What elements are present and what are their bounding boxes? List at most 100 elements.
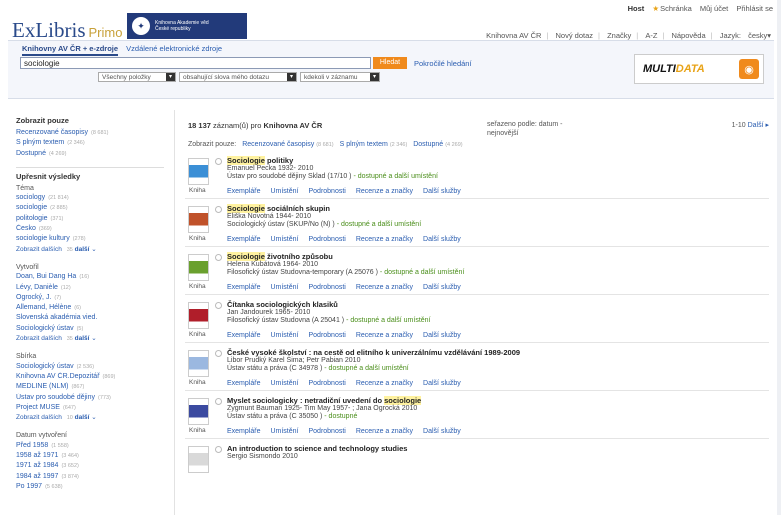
- nav-az[interactable]: A-Z: [645, 31, 657, 40]
- facet-item[interactable]: 1971 až 1984 (3 652): [16, 461, 164, 471]
- search-input[interactable]: sociologie: [20, 57, 371, 69]
- record-title[interactable]: Myslet sociologicky : netradiční uvedení…: [227, 396, 422, 405]
- record-action-0[interactable]: Exempláře: [227, 428, 260, 435]
- facet-item[interactable]: S plným textem (2 346): [16, 138, 164, 148]
- my-account-link[interactable]: Můj účet: [700, 4, 728, 13]
- record-action-3[interactable]: Recenze a značky: [356, 236, 413, 243]
- availability-link[interactable]: - dostupné a další umístění: [344, 317, 430, 324]
- facet-item[interactable]: Ústav pro soudobé dějiny (773): [16, 393, 164, 403]
- facet-item[interactable]: MEDLINE (NLM) (867): [16, 382, 164, 392]
- facet-item[interactable]: 1958 až 1971 (3 464): [16, 451, 164, 461]
- nav-help[interactable]: Nápověda: [671, 31, 705, 40]
- facet-item[interactable]: Doan, Bui Dang Ha (16): [16, 272, 164, 282]
- facet-item[interactable]: Před 1958 (1 558): [16, 441, 164, 451]
- record-action-0[interactable]: Exempláře: [227, 188, 260, 195]
- record-action-0[interactable]: Exempláře: [227, 284, 260, 291]
- record-action-2[interactable]: Podrobnosti: [308, 236, 345, 243]
- nav-library[interactable]: Knihovna AV ČR: [486, 31, 541, 40]
- record-action-0[interactable]: Exempláře: [227, 236, 260, 243]
- record-action-0[interactable]: Exempláře: [227, 380, 260, 387]
- record-action-2[interactable]: Podrobnosti: [308, 284, 345, 291]
- record-action-1[interactable]: Umístění: [270, 380, 298, 387]
- facet-item[interactable]: Slovenská akadémia vied.: [16, 313, 164, 323]
- material-type-select[interactable]: Všechny položky ▾: [98, 72, 176, 82]
- show-more-collections-link[interactable]: Zobrazit dalších 10 další ⌄: [16, 413, 164, 423]
- tab-library-eresources[interactable]: Knihovny AV ČR + e-zdroje: [22, 44, 119, 56]
- select-record-checkbox[interactable]: [215, 158, 222, 165]
- record-action-3[interactable]: Recenze a značky: [356, 428, 413, 435]
- facet-item[interactable]: Lévy, Danièle (12): [16, 283, 164, 293]
- institution-logo[interactable]: ✦ Knihovna Akademie věd České republiky: [127, 13, 247, 39]
- show-only-available[interactable]: Dostupné: [413, 141, 443, 148]
- record-action-2[interactable]: Podrobnosti: [308, 428, 345, 435]
- availability-link[interactable]: - dostupné a další umístění: [322, 365, 408, 372]
- login-link[interactable]: Přihlásit se: [736, 4, 773, 13]
- clipboard-link[interactable]: Schránka: [660, 4, 692, 13]
- record-action-2[interactable]: Podrobnosti: [308, 332, 345, 339]
- facet-item[interactable]: 1984 až 1997 (3 874): [16, 472, 164, 482]
- book-cover-thumbnail[interactable]: [188, 302, 209, 329]
- rss-icon[interactable]: ◉: [739, 59, 759, 79]
- sort-control[interactable]: seřazeno podle: datum - nejnovější: [487, 121, 587, 138]
- availability-link[interactable]: - dostupné a další umístění: [335, 221, 421, 228]
- nav-new-search[interactable]: Nový dotaz: [556, 31, 594, 40]
- availability-link[interactable]: - dostupné: [322, 413, 357, 420]
- facet-item[interactable]: Dostupné (4 269): [16, 149, 164, 159]
- tab-remote-eresources[interactable]: Vzdálené elektronické zdroje: [126, 44, 222, 53]
- page-scrollbar[interactable]: [777, 0, 781, 515]
- record-action-2[interactable]: Podrobnosti: [308, 188, 345, 195]
- show-only-peer-reviewed[interactable]: Recenzované časopisy: [242, 141, 314, 148]
- facet-item[interactable]: sociologie kultury (278): [16, 234, 164, 244]
- record-title[interactable]: Čítanka sociologických klasiků: [227, 300, 338, 309]
- facet-item[interactable]: Po 1997 (5 638): [16, 482, 164, 492]
- record-action-1[interactable]: Umístění: [270, 332, 298, 339]
- show-more-creators-link[interactable]: Zobrazit dalších 35 další ⌄: [16, 334, 164, 344]
- record-title[interactable]: České vysoké školství : na cestě od elit…: [227, 348, 520, 357]
- record-action-4[interactable]: Další služby: [423, 380, 461, 387]
- book-cover-thumbnail[interactable]: [188, 446, 209, 473]
- book-cover-thumbnail[interactable]: [188, 350, 209, 377]
- record-action-1[interactable]: Umístění: [270, 236, 298, 243]
- select-record-checkbox[interactable]: [215, 206, 222, 213]
- record-action-4[interactable]: Další služby: [423, 284, 461, 291]
- record-action-4[interactable]: Další služby: [423, 332, 461, 339]
- record-title[interactable]: An introduction to science and technolog…: [227, 444, 407, 453]
- book-cover-thumbnail[interactable]: [188, 206, 209, 233]
- book-cover-thumbnail[interactable]: [188, 254, 209, 281]
- record-action-4[interactable]: Další služby: [423, 236, 461, 243]
- match-type-select[interactable]: obsahující slova mého dotazu ▾: [179, 72, 297, 82]
- record-action-1[interactable]: Umístění: [270, 284, 298, 291]
- facet-item[interactable]: politologie (371): [16, 214, 164, 224]
- record-action-4[interactable]: Další služby: [423, 428, 461, 435]
- chevron-down-icon[interactable]: ▾: [767, 31, 771, 40]
- arrow-right-icon[interactable]: ▸: [765, 122, 769, 129]
- record-action-3[interactable]: Recenze a značky: [356, 284, 413, 291]
- nav-tags[interactable]: Značky: [607, 31, 631, 40]
- facet-item[interactable]: Project MUSE (647): [16, 403, 164, 413]
- book-cover-thumbnail[interactable]: [188, 398, 209, 425]
- facet-item[interactable]: Sociologický ústav (5): [16, 324, 164, 334]
- record-action-1[interactable]: Umístění: [270, 428, 298, 435]
- select-record-checkbox[interactable]: [215, 350, 222, 357]
- facet-item[interactable]: Recenzované časopisy (8 681): [16, 128, 164, 138]
- advanced-search-link[interactable]: Pokročilé hledání: [414, 59, 472, 68]
- show-more-topics-link[interactable]: Zobrazit dalších 35 další ⌄: [16, 245, 164, 255]
- search-button[interactable]: Hledat: [373, 57, 407, 69]
- search-field-select[interactable]: kdekoli v záznamu ▾: [300, 72, 380, 82]
- select-record-checkbox[interactable]: [215, 302, 222, 309]
- select-record-checkbox[interactable]: [215, 398, 222, 405]
- facet-item[interactable]: Allemand, Hélène (6): [16, 303, 164, 313]
- facet-item[interactable]: sociology (21 814): [16, 193, 164, 203]
- multidata-banner[interactable]: MULTIDATA ◉: [634, 54, 764, 84]
- facet-item[interactable]: Knihovna AV ČR.Depozitář (869): [16, 372, 164, 382]
- availability-link[interactable]: - dostupné a další umístění: [352, 173, 437, 180]
- facet-item[interactable]: sociologie (2 885): [16, 203, 164, 213]
- facet-item[interactable]: Sociologický ústav (2 536): [16, 362, 164, 372]
- record-title[interactable]: Sociologie sociálních skupin: [227, 204, 330, 213]
- show-only-full-text[interactable]: S plným textem: [340, 141, 388, 148]
- book-cover-thumbnail[interactable]: [188, 158, 209, 185]
- next-page-link[interactable]: Další: [748, 122, 764, 129]
- record-action-3[interactable]: Recenze a značky: [356, 332, 413, 339]
- select-record-checkbox[interactable]: [215, 446, 222, 453]
- record-action-4[interactable]: Další služby: [423, 188, 461, 195]
